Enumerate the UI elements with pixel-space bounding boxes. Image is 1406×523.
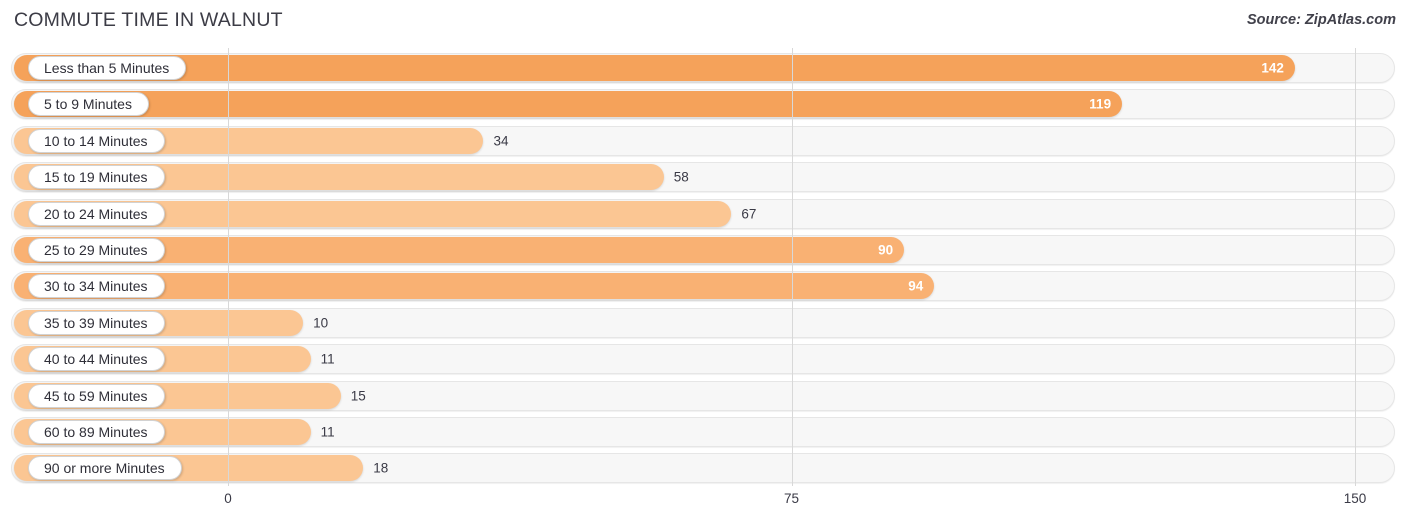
bar[interactable]: 142 <box>14 55 1295 81</box>
category-label-pill[interactable]: 45 to 59 Minutes <box>28 383 165 408</box>
bar-row: 90 25 to 29 Minutes <box>0 235 1406 265</box>
chart-container: COMMUTE TIME IN WALNUT Source: ZipAtlas.… <box>0 0 1406 523</box>
bar-row: 142 Less than 5 Minutes <box>0 53 1406 83</box>
category-label: 60 to 89 Minutes <box>44 424 148 440</box>
bar-row: 15 45 to 59 Minutes <box>0 380 1406 411</box>
bar-row: 119 5 to 9 Minutes <box>0 89 1406 120</box>
bar-row: 58 15 to 19 Minutes <box>0 162 1406 193</box>
category-label: 35 to 39 Minutes <box>44 314 148 331</box>
plot-area: 142 Less than 5 Minutes 119 5 to 9 Minutes 3… <box>0 48 1406 486</box>
x-axis-tick-label: 0 <box>224 491 232 506</box>
category-label: 10 to 14 Minutes <box>44 132 148 149</box>
x-axis-tick-label: 150 <box>1343 491 1367 506</box>
category-label: Less than 5 Minutes <box>44 60 170 76</box>
bar[interactable]: 119 <box>14 91 1123 118</box>
category-label-pill[interactable]: 20 to 24 Minutes <box>28 201 165 226</box>
category-label-pill[interactable]: 60 to 89 Minutes <box>28 420 165 444</box>
bar-value-label: 18 <box>373 460 389 476</box>
bar-value-label: 58 <box>673 169 689 185</box>
category-label: 90 or more Minutes <box>44 460 165 477</box>
category-label: 5 to 9 Minutes <box>44 96 132 113</box>
bar-row: 11 40 to 44 Minutes <box>0 344 1406 375</box>
category-label-pill[interactable]: 5 to 9 Minutes <box>28 92 149 117</box>
category-label: 40 to 44 Minutes <box>44 351 148 368</box>
bar-row: 34 10 to 14 Minutes <box>0 125 1406 156</box>
x-axis-tick-label: 75 <box>783 491 800 506</box>
bar-value-label: 67 <box>741 206 757 222</box>
bar-row: 10 35 to 39 Minutes <box>0 307 1406 338</box>
bar-value-label: 11 <box>320 351 335 367</box>
bar-row: 94 30 to 34 Minutes <box>0 271 1406 302</box>
bar-value-label: 34 <box>493 133 509 149</box>
bar-rows: 142 Less than 5 Minutes 119 5 to 9 Minutes 3… <box>0 48 1406 486</box>
bar-row: 18 90 or more Minutes <box>0 453 1406 484</box>
bar-value-label: 10 <box>313 315 329 331</box>
bar-value-label: 94 <box>908 278 924 294</box>
category-label: 30 to 34 Minutes <box>44 278 148 295</box>
category-label-pill[interactable]: Less than 5 Minutes <box>28 56 187 80</box>
bar-value-label: 15 <box>350 388 366 404</box>
category-label: 15 to 19 Minutes <box>44 169 148 186</box>
bar-row: 67 20 to 24 Minutes <box>0 198 1406 229</box>
bar-value-label: 11 <box>320 424 335 440</box>
category-label-pill[interactable]: 35 to 39 Minutes <box>28 310 165 335</box>
category-label: 20 to 24 Minutes <box>44 205 148 222</box>
x-axis: 0 75 150 <box>0 486 1406 523</box>
category-label-pill[interactable]: 10 to 14 Minutes <box>28 128 165 153</box>
bar-value-label: 142 <box>1261 60 1284 76</box>
category-label-pill[interactable]: 40 to 44 Minutes <box>28 347 165 372</box>
bar-row: 11 60 to 89 Minutes <box>0 417 1406 447</box>
category-label-pill[interactable]: 30 to 34 Minutes <box>28 274 165 299</box>
category-label-pill[interactable]: 15 to 19 Minutes <box>28 165 165 190</box>
bar-value-label: 90 <box>878 242 894 258</box>
category-label: 25 to 29 Minutes <box>44 242 148 258</box>
category-label-pill[interactable]: 90 or more Minutes <box>28 456 182 481</box>
bar-value-label: 119 <box>1089 96 1112 112</box>
category-label: 45 to 59 Minutes <box>44 387 148 404</box>
category-label-pill[interactable]: 25 to 29 Minutes <box>28 238 165 262</box>
source-attribution: Source: ZipAtlas.com <box>1246 12 1396 28</box>
page-title: COMMUTE TIME IN WALNUT <box>14 9 283 31</box>
